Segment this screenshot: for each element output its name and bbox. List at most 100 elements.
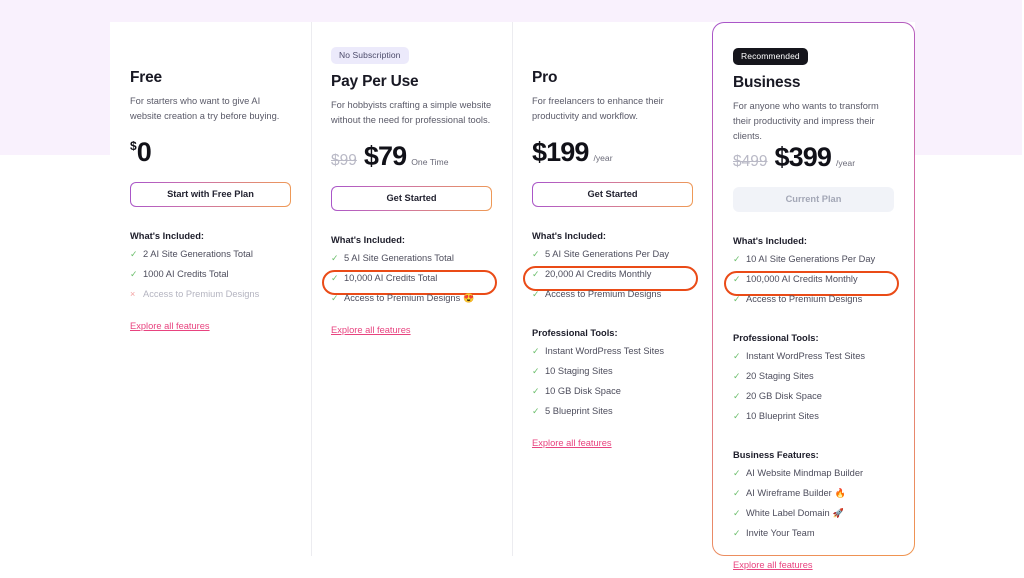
check-icon: ✓	[532, 269, 540, 279]
check-icon: ✓	[331, 293, 339, 303]
feature-item: ✓ 1000 AI Credits Total	[130, 269, 291, 289]
plan-name: Pay Per Use	[331, 73, 419, 90]
plan-card-business: Recommended Business For anyone who wants …	[712, 22, 915, 570]
feature-emoji: 😍	[463, 293, 475, 303]
check-icon: ✓	[532, 346, 540, 356]
section-title-included: What's Included:	[331, 235, 406, 245]
feature-label: 1000 AI Credits Total	[143, 269, 229, 279]
badge-spacer	[532, 45, 693, 69]
plan-price-row: $0	[130, 137, 291, 171]
check-icon: ✓	[733, 274, 741, 284]
section-title-business-features: Business Features:	[733, 450, 819, 460]
price-unit: /year	[593, 153, 613, 163]
check-icon: ✓	[733, 351, 741, 361]
feature-item: ✓ 5 Blueprint Sites	[532, 406, 693, 426]
plan-cta-button[interactable]: Get Started	[532, 182, 693, 207]
feature-item: ✓ Access to Premium Designs	[733, 294, 894, 314]
feature-item: ✓ Instant WordPress Test Sites	[733, 351, 894, 371]
feature-label: 10 Blueprint Sites	[746, 411, 819, 421]
current-price: $199	[532, 137, 589, 167]
current-price: $79	[363, 141, 407, 171]
feature-label: Access to Premium Designs	[545, 289, 662, 299]
feature-item: ✓ AI Website Mindmap Builder	[733, 468, 894, 488]
feature-item: ✓ 10,000 AI Credits Total	[322, 270, 497, 295]
price-unit: One Time	[411, 157, 449, 167]
feature-item: ✓ 20,000 AI Credits Monthly	[523, 266, 698, 291]
feature-item: ✓ 100,000 AI Credits Monthly	[724, 271, 899, 296]
plan-description: For starters who want to give AI website…	[130, 96, 280, 122]
feature-item: ✓ White Label Domain 🚀	[733, 508, 894, 528]
check-icon: ✓	[733, 488, 741, 498]
plan-price-row: $499 $399/year	[733, 142, 894, 176]
plan-cta-button[interactable]: Start with Free Plan	[130, 182, 291, 207]
plan-badge: Recommended	[733, 48, 808, 65]
original-price: $99	[331, 152, 357, 169]
explore-all-features-link[interactable]: Explore all features	[532, 438, 612, 448]
feature-label: AI Website Mindmap Builder	[746, 468, 864, 478]
plan-description: For hobbyists crafting a simple website …	[331, 100, 492, 126]
current-price: $399	[774, 142, 831, 172]
original-price: $499	[733, 153, 768, 170]
check-icon: ✓	[733, 508, 741, 518]
plan-name: Business	[733, 74, 801, 91]
feature-item: ✓ 10 Staging Sites	[532, 366, 693, 386]
current-price: 0	[136, 137, 152, 167]
plan-card-body: Recommended Business For anyone who wants …	[724, 23, 899, 573]
check-icon: ✓	[130, 269, 138, 279]
plan-cta-button: Current Plan	[733, 187, 894, 212]
feature-item: ✓ 10 Blueprint Sites	[733, 411, 894, 431]
pricing-plans-grid: Free For starters who want to give AI web…	[110, 22, 915, 570]
feature-label: 5 Blueprint Sites	[545, 406, 613, 416]
plan-name: Pro	[532, 69, 558, 86]
feature-item: × Access to Premium Designs	[130, 289, 291, 309]
feature-label: 10 AI Site Generations Per Day	[746, 254, 876, 264]
section-title-pro-tools: Professional Tools:	[532, 328, 618, 338]
plan-name: Free	[130, 69, 162, 86]
feature-label: 10,000 AI Credits Total	[344, 273, 438, 283]
cross-icon: ×	[130, 289, 136, 299]
plan-badge: No Subscription	[331, 47, 409, 64]
section-title-included: What's Included:	[733, 236, 808, 246]
feature-item: ✓ 20 Staging Sites	[733, 371, 894, 391]
check-icon: ✓	[532, 386, 540, 396]
plan-price-row: $99 $79 One Time	[331, 141, 492, 175]
explore-all-features-link[interactable]: Explore all features	[130, 321, 210, 331]
check-icon: ✓	[733, 391, 741, 401]
feature-label: 10 GB Disk Space	[545, 386, 621, 396]
check-icon: ✓	[733, 468, 741, 478]
check-icon: ✓	[733, 371, 741, 381]
section-title-included: What's Included:	[130, 231, 205, 241]
explore-all-features-link[interactable]: Explore all features	[331, 325, 411, 335]
plan-card-pro: Pro For freelancers to enhance their prod…	[512, 22, 713, 556]
plan-card-body: Free For starters who want to give AI web…	[130, 22, 291, 334]
feature-item: ✓ Access to Premium Designs 😍	[331, 293, 492, 313]
feature-item: ✓ AI Wireframe Builder 🔥	[733, 488, 894, 508]
feature-emoji: 🚀	[832, 508, 844, 518]
feature-emoji: 🔥	[834, 488, 846, 498]
plan-cta-button[interactable]: Get Started	[331, 186, 492, 211]
feature-item: ✓ 2 AI Site Generations Total	[130, 249, 291, 269]
check-icon: ✓	[532, 406, 540, 416]
plan-card-body: No Subscription Pay Per Use For hobbyists …	[322, 22, 497, 338]
currency-symbol: $	[130, 139, 137, 153]
feature-label: Access to Premium Designs	[746, 294, 863, 304]
explore-all-features-link[interactable]: Explore all features	[733, 560, 813, 570]
feature-item: ✓ 5 AI Site Generations Total	[331, 253, 492, 273]
feature-label: 10 Staging Sites	[545, 366, 613, 376]
plan-card-free: Free For starters who want to give AI web…	[110, 22, 311, 556]
section-title-included: What's Included:	[532, 231, 607, 241]
feature-item: ✓ 10 AI Site Generations Per Day	[733, 254, 894, 274]
plan-price-row: $199/year	[532, 137, 693, 171]
feature-label: White Label Domain	[746, 508, 830, 518]
feature-label: 20,000 AI Credits Monthly	[545, 269, 652, 279]
section-title-pro-tools: Professional Tools:	[733, 333, 819, 343]
check-icon: ✓	[130, 249, 138, 259]
check-icon: ✓	[331, 273, 339, 283]
feature-label: 5 AI Site Generations Total	[344, 253, 454, 263]
plan-description: For anyone who wants to transform their …	[733, 101, 879, 142]
feature-label: AI Wireframe Builder	[746, 488, 832, 498]
feature-label: Invite Your Team	[746, 528, 815, 538]
feature-label: Instant WordPress Test Sites	[545, 346, 665, 356]
feature-item: ✓ Instant WordPress Test Sites	[532, 346, 693, 366]
feature-label: 20 GB Disk Space	[746, 391, 822, 401]
